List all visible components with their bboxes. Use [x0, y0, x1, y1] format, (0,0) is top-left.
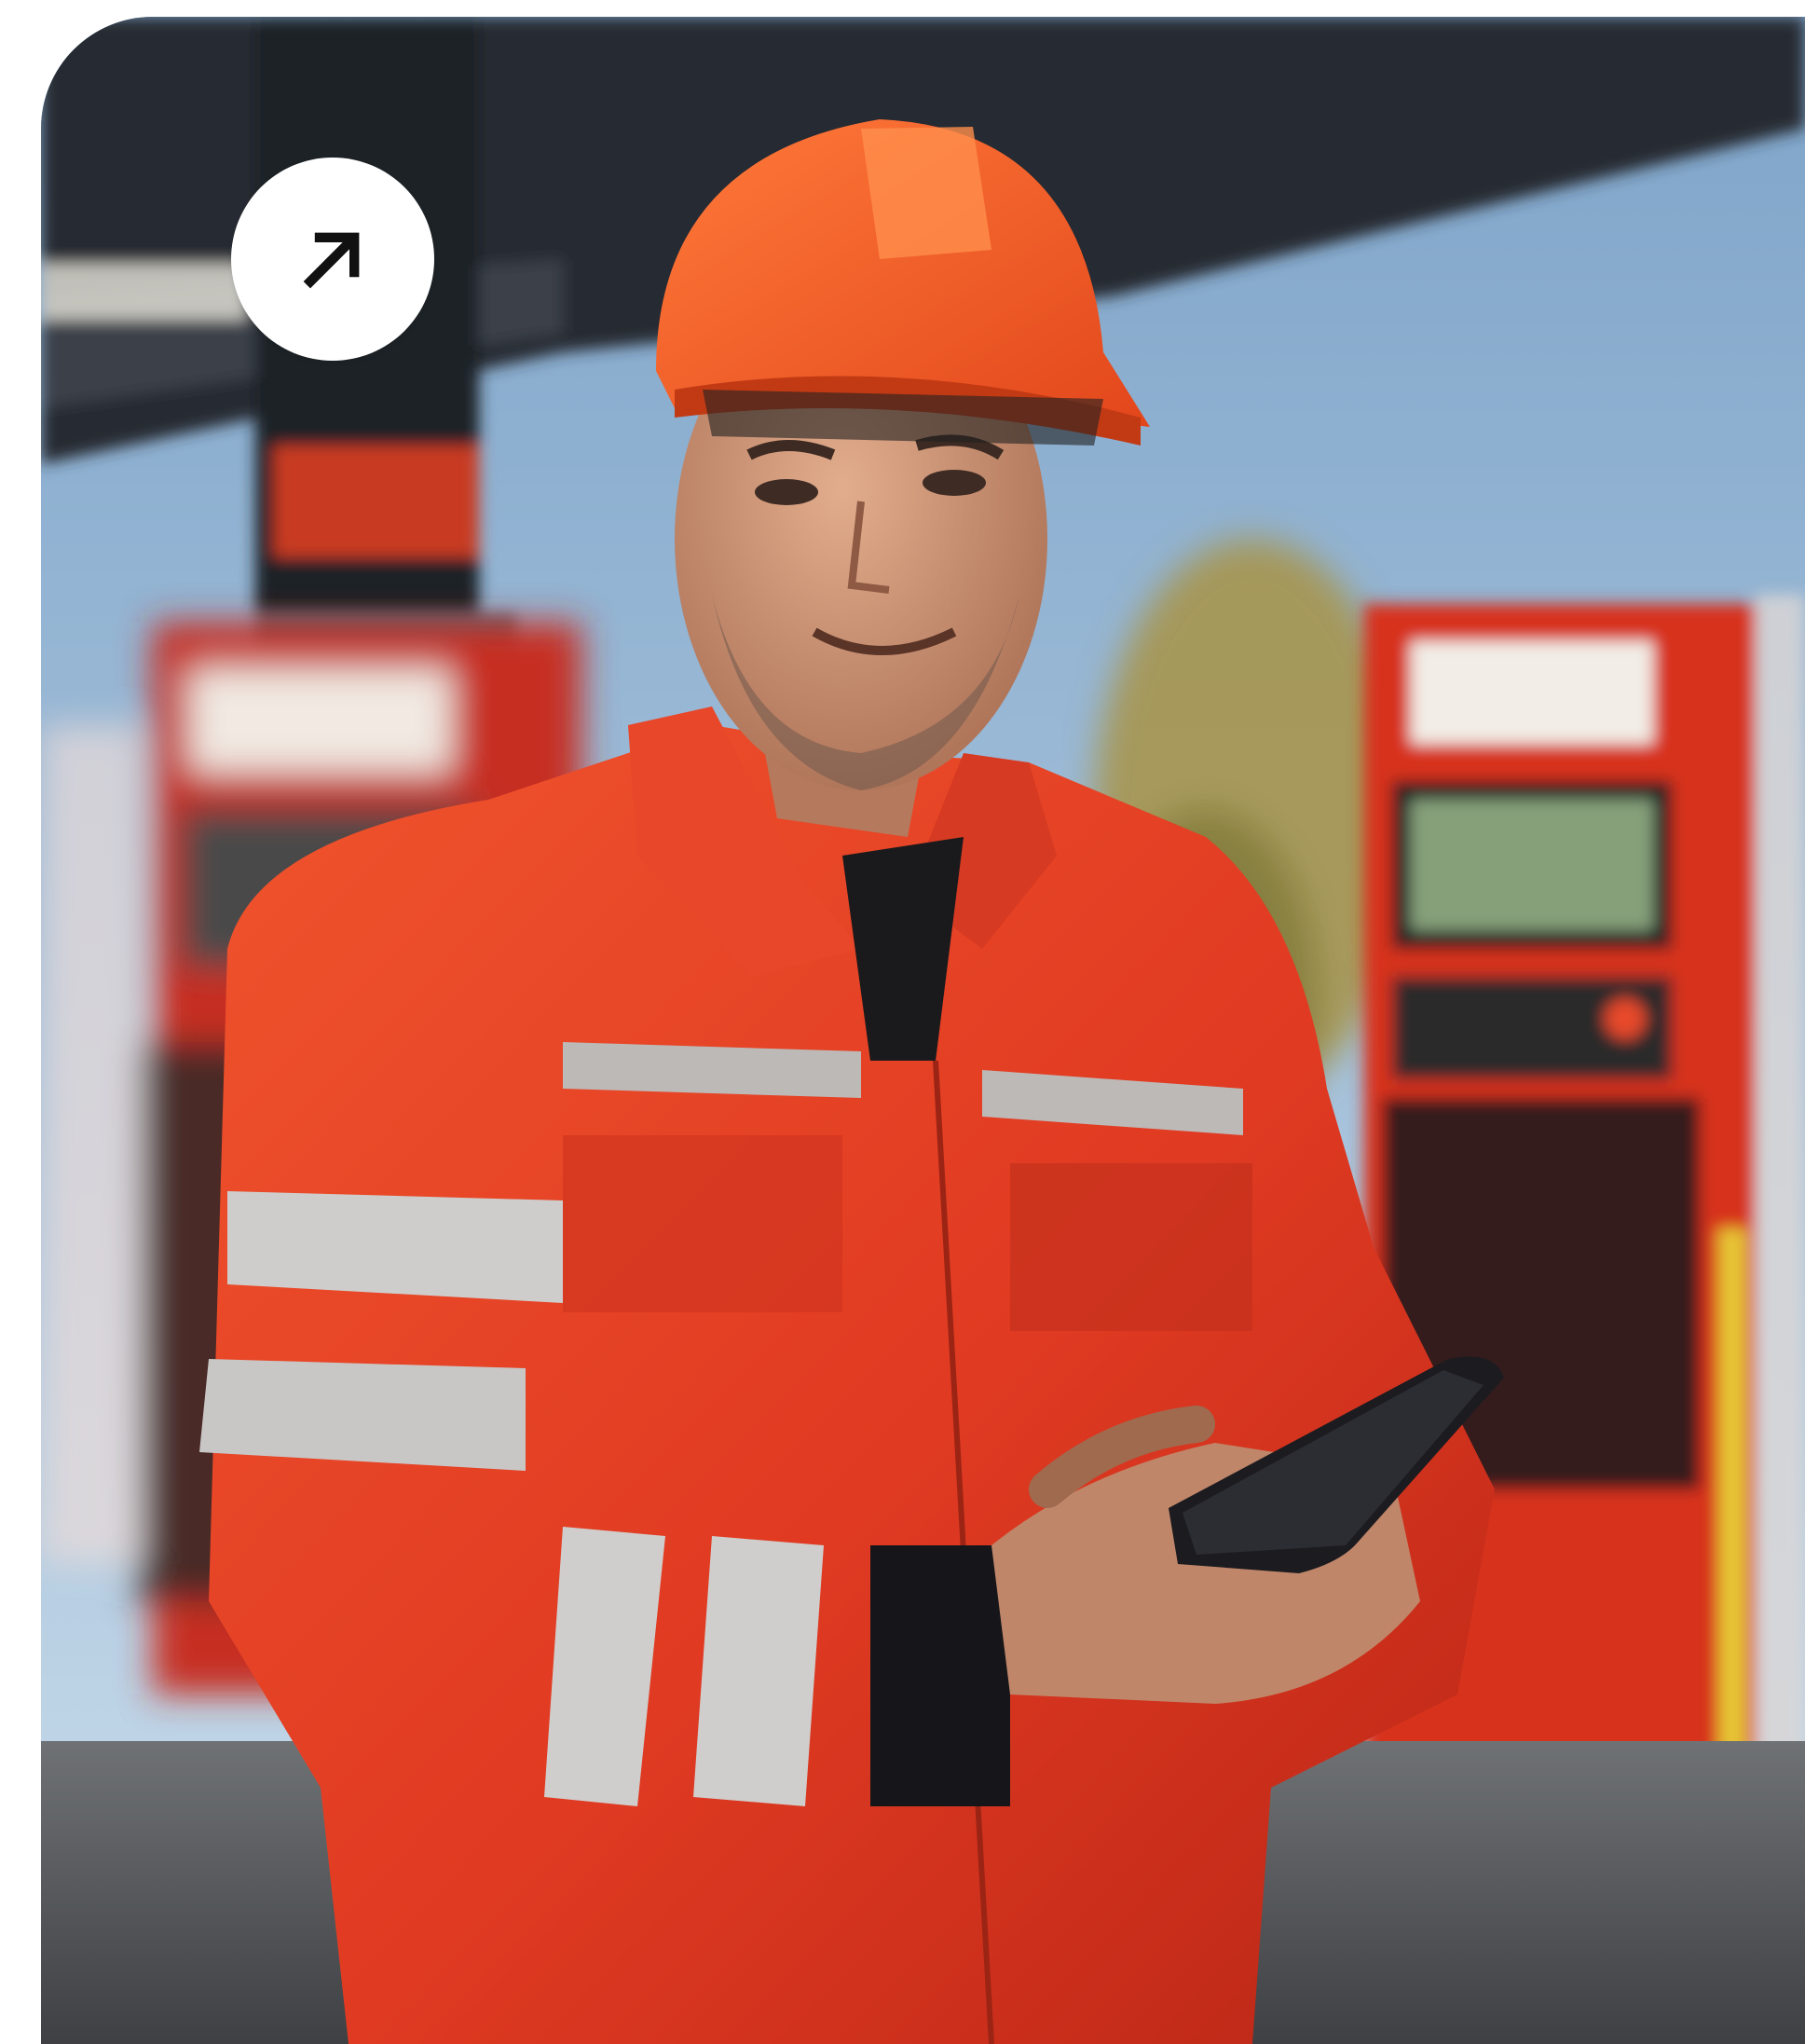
open-link-button[interactable]: [231, 158, 434, 361]
hero-image-card: [41, 17, 1805, 2044]
arrow-up-right-icon: [303, 232, 360, 289]
